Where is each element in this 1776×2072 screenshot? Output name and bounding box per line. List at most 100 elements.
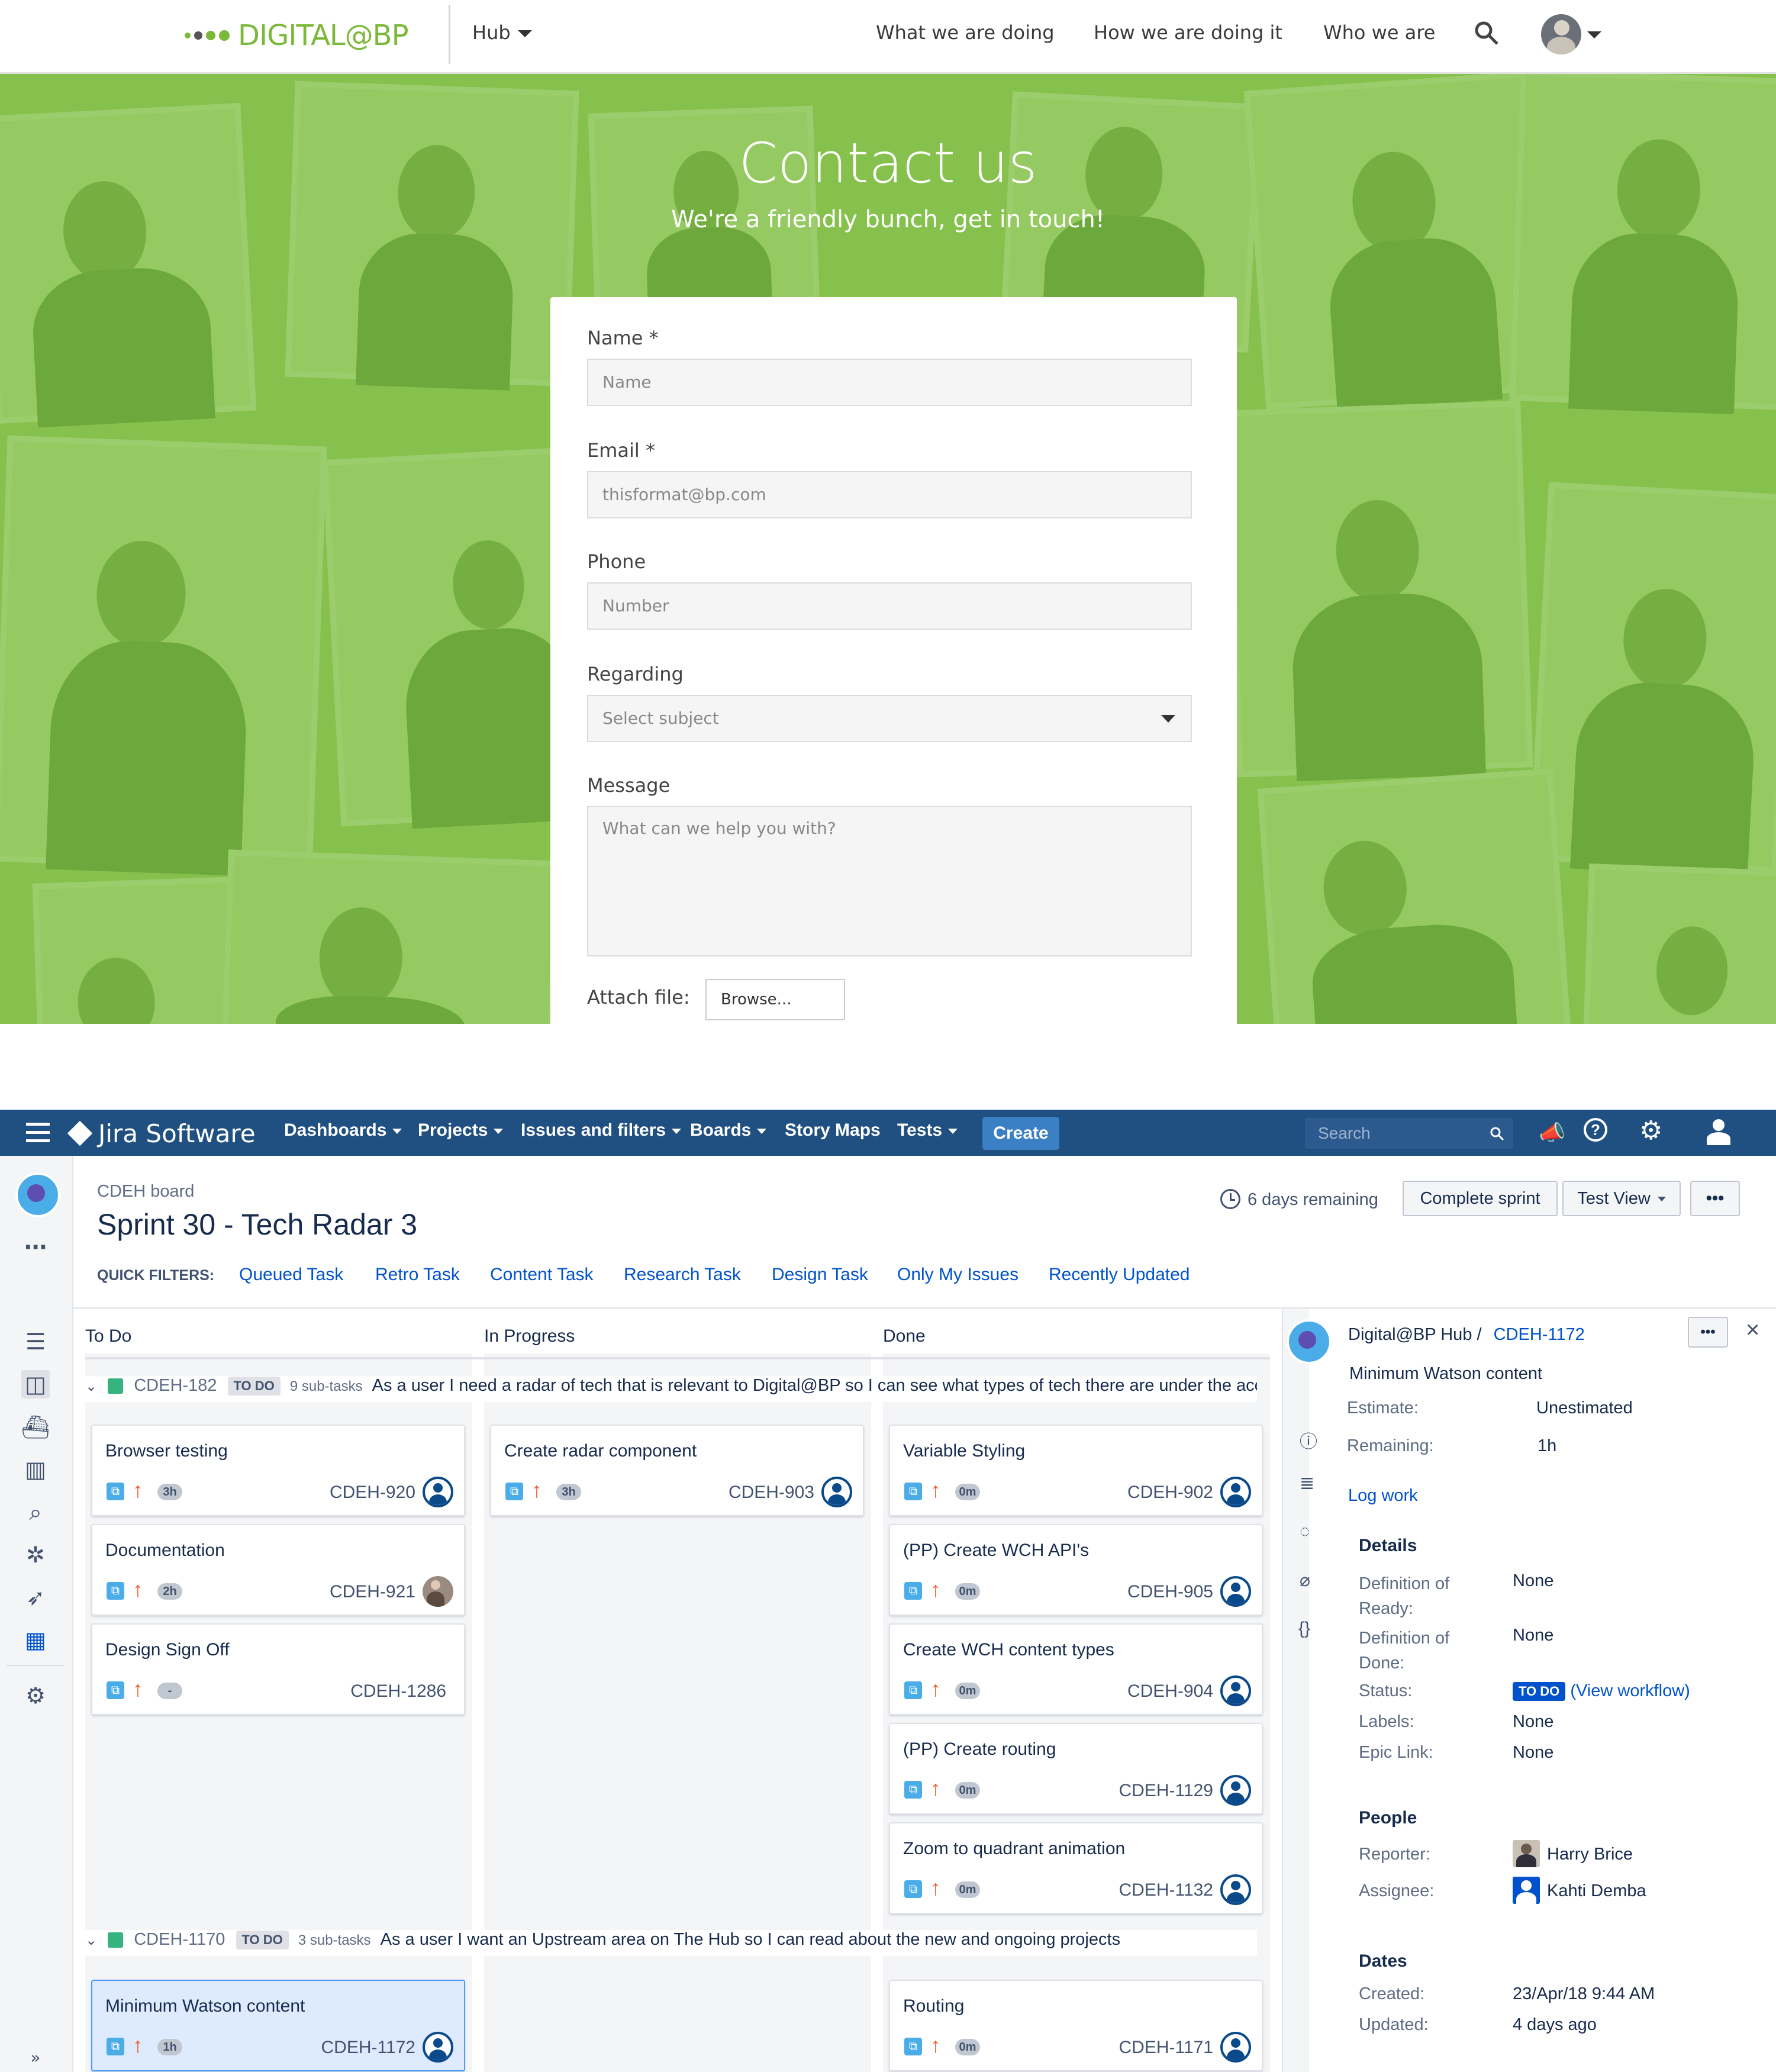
detail-issue-key[interactable]: CDEH-1172: [1494, 1325, 1585, 1344]
project-avatar[interactable]: [15, 1172, 60, 1217]
nav-issues-filters[interactable]: Issues and filters: [521, 1120, 682, 1140]
reports-icon[interactable]: ▥: [21, 1455, 50, 1484]
status-lozenge[interactable]: TO DO: [1513, 1682, 1566, 1702]
components-icon[interactable]: ✲: [21, 1541, 50, 1569]
complete-sprint-button[interactable]: Complete sprint: [1403, 1181, 1558, 1216]
filter-research-task[interactable]: Research Task: [624, 1265, 741, 1285]
view-workflow-link[interactable]: (View workflow): [1570, 1681, 1690, 1700]
nav-story-maps[interactable]: Story Maps: [785, 1120, 881, 1140]
swimlane-key[interactable]: CDEH-182: [134, 1376, 217, 1395]
nav-what-we-are-doing[interactable]: What we are doing: [876, 21, 1055, 44]
filter-only-my-issues[interactable]: Only My Issues: [897, 1265, 1018, 1285]
issue-card[interactable]: (PP) Create routing ⧉ ↑ 0m CDEH-1129: [889, 1723, 1263, 1815]
filter-retro-task[interactable]: Retro Task: [375, 1265, 460, 1285]
priority-high-icon: ↑: [133, 1478, 143, 1502]
issues-search-icon[interactable]: ⌕: [21, 1498, 50, 1526]
jira-top-bar: Jira Software Dashboards Projects Issues…: [0, 1110, 1776, 1156]
board-name[interactable]: CDEH board: [97, 1182, 194, 1201]
people-heading: People: [1359, 1808, 1417, 1828]
menu-icon[interactable]: [26, 1123, 50, 1143]
close-icon[interactable]: ×: [1746, 1317, 1759, 1343]
chevron-down-icon[interactable]: ⌄: [85, 1378, 97, 1394]
description-icon[interactable]: ≣: [1300, 1473, 1314, 1494]
project-settings-icon[interactable]: ⚙: [21, 1681, 50, 1710]
attach-label: Attach file:: [587, 986, 690, 1008]
issue-card[interactable]: Create WCH content types ⧉ ↑ 0m CDEH-904: [889, 1623, 1263, 1715]
create-button[interactable]: Create: [982, 1117, 1059, 1150]
user-avatar[interactable]: [1541, 14, 1581, 54]
issue-card[interactable]: (PP) Create WCH API's ⧉ ↑ 0m CDEH-905: [889, 1524, 1263, 1616]
chevron-down-icon[interactable]: ⌄: [85, 1932, 97, 1948]
issue-card[interactable]: Variable Styling ⧉ ↑ 0m CDEH-902: [889, 1425, 1263, 1516]
reporter-value[interactable]: Harry Brice: [1547, 1845, 1633, 1864]
board-more-button[interactable]: •••: [1690, 1181, 1740, 1216]
priority-high-icon: ↑: [930, 1677, 941, 1701]
nav-projects[interactable]: Projects: [418, 1120, 504, 1140]
assignee-value[interactable]: Kahti Demba: [1547, 1881, 1646, 1901]
filter-queued-task[interactable]: Queued Task: [239, 1265, 343, 1285]
active-sprint-board-icon[interactable]: ◫: [21, 1370, 50, 1398]
add-item-icon[interactable]: ➶: [21, 1583, 50, 1612]
jira-logo[interactable]: Jira Software: [67, 1119, 256, 1148]
nav-dashboards[interactable]: Dashboards: [284, 1120, 402, 1140]
code-icon[interactable]: {}: [1298, 1619, 1310, 1639]
email-field[interactable]: thisformat@bp.com: [587, 471, 1192, 518]
detail-summary[interactable]: Minimum Watson content: [1349, 1364, 1542, 1384]
dates-heading: Dates: [1359, 1951, 1407, 1971]
backlog-icon[interactable]: ☰: [21, 1327, 50, 1356]
labels-value[interactable]: None: [1513, 1712, 1553, 1732]
swimlane-header[interactable]: ⌄ CDEH-182 TO DO 9 sub-tasks As a user I…: [85, 1376, 1257, 1402]
filter-content-task[interactable]: Content Task: [490, 1265, 594, 1285]
status-label: Status:: [1359, 1681, 1413, 1700]
avatar-caret-icon[interactable]: [1587, 30, 1601, 40]
attachment-icon[interactable]: ⌀: [1300, 1570, 1310, 1591]
message-textarea[interactable]: What can we help you with?: [587, 806, 1192, 956]
nav-tests[interactable]: Tests: [897, 1120, 958, 1140]
swimlane-key[interactable]: CDEH-1170: [134, 1930, 225, 1949]
subtask-icon: ⧉: [505, 1483, 523, 1500]
epic-link-value[interactable]: None: [1513, 1743, 1553, 1762]
profile-icon[interactable]: [1707, 1119, 1730, 1145]
issue-card[interactable]: Design Sign Off ⧉ ↑ - CDEH-1286: [91, 1623, 465, 1715]
nav-boards[interactable]: Boards: [690, 1120, 767, 1140]
issue-card[interactable]: Routing ⧉ ↑ 0m CDEH-1171: [889, 1980, 1263, 2071]
issue-card-selected[interactable]: Minimum Watson content ⧉ ↑ 1h CDEH-1172: [91, 1980, 465, 2071]
issue-card[interactable]: Browser testing ⧉ ↑ 3h CDEH-920: [91, 1425, 465, 1516]
settings-gear-icon[interactable]: ⚙: [1639, 1116, 1662, 1146]
log-work-link[interactable]: Log work: [1348, 1486, 1418, 1506]
browse-button[interactable]: Browse...: [705, 979, 845, 1020]
board-view-select[interactable]: Test View: [1562, 1181, 1681, 1216]
card-key: CDEH-904: [1127, 1681, 1213, 1701]
hub-menu[interactable]: Hub: [472, 21, 532, 44]
status-lozenge: TO DO: [236, 1931, 289, 1950]
expand-sidebar-icon[interactable]: »: [21, 2044, 50, 2072]
filter-design-task[interactable]: Design Task: [772, 1265, 868, 1285]
swimlane-header[interactable]: ⌄ CDEH-1170 TO DO 3 sub-tasks As a user …: [85, 1930, 1257, 1956]
issue-card[interactable]: Zoom to quadrant animation ⧉ ↑ 0m CDEH-1…: [889, 1822, 1263, 1914]
filter-recently-updated[interactable]: Recently Updated: [1049, 1265, 1190, 1285]
assignee-avatar: [1220, 1576, 1251, 1607]
releases-icon[interactable]: ⛴: [21, 1413, 50, 1441]
issue-card[interactable]: Create radar component ⧉ ↑ 3h CDEH-903: [490, 1425, 864, 1516]
comment-icon[interactable]: ◌: [1300, 1522, 1310, 1542]
column-header-divider: [85, 1357, 1270, 1359]
detail-more-button[interactable]: •••: [1688, 1317, 1728, 1348]
info-icon[interactable]: ⓘ: [1300, 1427, 1317, 1453]
feedback-megaphone-icon[interactable]: 📣: [1539, 1120, 1565, 1145]
subtask-icon: ⧉: [107, 1681, 124, 1699]
regarding-select[interactable]: Select subject: [587, 695, 1192, 742]
detail-project[interactable]: Digital@BP Hub /: [1348, 1325, 1482, 1344]
phone-field[interactable]: Number: [587, 582, 1192, 630]
more-icon[interactable]: ⋯: [21, 1233, 50, 1261]
nav-how-we-are-doing-it[interactable]: How we are doing it: [1094, 21, 1282, 44]
name-field[interactable]: Name: [587, 359, 1192, 406]
nav-who-we-are[interactable]: Who we are: [1323, 21, 1435, 44]
priority-high-icon: ↑: [531, 1478, 542, 1502]
issue-card[interactable]: Documentation ⧉ ↑ 2h CDEH-921: [91, 1524, 465, 1616]
jira-search-input[interactable]: Search: [1305, 1118, 1513, 1149]
contact-form: Name * Name Email * thisformat@bp.com Ph…: [550, 297, 1237, 1024]
help-icon[interactable]: ?: [1584, 1118, 1607, 1142]
digital-bp-logo[interactable]: DIGITAL@BP: [185, 17, 409, 54]
search-icon[interactable]: [1474, 20, 1500, 46]
apps-grid-icon[interactable]: ▦: [21, 1626, 50, 1654]
